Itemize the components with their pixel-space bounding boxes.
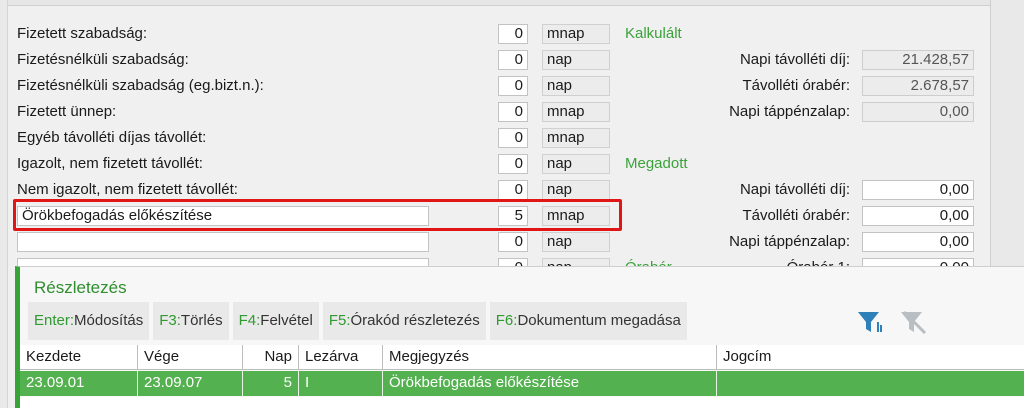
absence-label: Fizetésnélküli szabadság: xyxy=(17,51,189,68)
filter-icon[interactable] xyxy=(855,308,885,336)
absence-unit: mnap xyxy=(542,24,610,44)
given-label: Napi táppénzalap: xyxy=(729,233,850,250)
absence-unit: mnap xyxy=(542,102,610,122)
column-header[interactable]: Lezárva xyxy=(299,345,383,370)
given-label: Távolléti órabér: xyxy=(742,207,850,224)
table-row[interactable]: 23.09.01 23.09.07 5 I Örökbefogadás elők… xyxy=(20,371,1024,396)
calc-daily-fee-value: 21.428,57 xyxy=(862,50,974,70)
absence-value-input[interactable]: 0 xyxy=(498,128,528,148)
given-hourly-wage-input[interactable]: 0,00 xyxy=(862,206,974,226)
absence-value-input[interactable]: 0 xyxy=(498,180,528,200)
absence-unit: nap xyxy=(542,154,610,174)
absence-label: Fizetett szabadság: xyxy=(17,25,148,42)
button-label: Felvétel xyxy=(260,312,313,329)
absence-unit: nap xyxy=(542,180,610,200)
column-header[interactable]: Vége xyxy=(138,345,243,370)
absence-value-input[interactable]: 0 xyxy=(498,76,528,96)
cell-start: 23.09.01 xyxy=(20,371,138,396)
details-toolbar: Enter:Módosítás F3:Törlés F4:Felvétel F5… xyxy=(28,302,691,340)
button-label: Módosítás xyxy=(74,312,144,329)
grid-header: Kezdete Vége Nap Lezárva Megjegyzés Jogc… xyxy=(20,345,1024,370)
document-button[interactable]: F6:Dokumentum megadása xyxy=(489,302,687,340)
absence-unit: mnap xyxy=(542,128,610,148)
cell-note: Örökbefogadás előkészítése xyxy=(383,371,717,396)
given-daily-fee-input[interactable]: 0,00 xyxy=(862,180,974,200)
column-header[interactable]: Megjegyzés xyxy=(383,345,717,370)
custom-absence-unit: nap xyxy=(542,232,610,252)
given-sick-base-input[interactable]: 0,00 xyxy=(862,232,974,252)
calculated-section-title: Kalkulált xyxy=(625,25,682,42)
right-scroll-area[interactable] xyxy=(990,0,1024,270)
absence-value-input[interactable]: 0 xyxy=(498,154,528,174)
filter-clear-icon[interactable] xyxy=(898,308,928,336)
cell-days: 5 xyxy=(243,371,299,396)
column-header[interactable]: Jogcím xyxy=(717,345,1024,370)
cell-end: 23.09.07 xyxy=(138,371,243,396)
left-edge xyxy=(0,0,8,408)
custom-absence-name-input[interactable] xyxy=(17,232,429,252)
delete-button[interactable]: F3:Törlés xyxy=(153,302,229,340)
absence-label: Nem igazolt, nem fizetett távollét: xyxy=(17,181,238,198)
key-hint: F3: xyxy=(159,312,181,329)
custom-absence-value-input[interactable]: 0 xyxy=(498,232,528,252)
empty-row xyxy=(20,397,1024,408)
absence-label: Igazolt, nem fizetett távollét: xyxy=(17,155,203,172)
column-header[interactable]: Nap xyxy=(243,345,299,370)
absence-unit: nap xyxy=(542,76,610,96)
column-header[interactable]: Kezdete xyxy=(20,345,138,370)
highlight-frame xyxy=(13,199,622,231)
add-button[interactable]: F4:Felvétel xyxy=(232,302,319,340)
absence-value-input[interactable]: 0 xyxy=(498,24,528,44)
calc-label: Napi távolléti díj: xyxy=(739,51,850,68)
calc-label: Távolléti órabér: xyxy=(742,77,850,94)
cell-title xyxy=(717,371,1024,396)
button-label: Dokumentum megadása xyxy=(517,312,681,329)
key-hint: F6: xyxy=(495,312,518,329)
absence-label: Egyéb távolléti díjas távollét: xyxy=(17,129,207,146)
hourcode-details-button[interactable]: F5:Órakód részletezés xyxy=(322,302,486,340)
cell-closed: I xyxy=(299,371,383,396)
key-hint: F4: xyxy=(238,312,261,329)
button-label: Törlés xyxy=(180,312,223,329)
absence-unit: nap xyxy=(542,50,610,70)
key-hint: F5: xyxy=(328,312,351,329)
button-label: Órakód részletezés xyxy=(350,312,480,329)
given-label: Napi távolléti díj: xyxy=(739,181,850,198)
details-title: Részletezés xyxy=(34,278,127,297)
calc-hourly-wage-value: 2.678,57 xyxy=(862,76,974,96)
window-top-edge xyxy=(0,0,1024,6)
absence-label: Fizetett ünnep: xyxy=(17,103,117,120)
absence-label: Fizetésnélküli szabadság (eg.bizt.n.): xyxy=(17,77,264,94)
absence-value-input[interactable]: 0 xyxy=(498,102,528,122)
given-section-title: Megadott xyxy=(625,155,688,172)
modify-button[interactable]: Enter:Módosítás xyxy=(28,302,150,340)
key-hint: Enter: xyxy=(34,312,75,329)
calc-label: Napi táppénzalap: xyxy=(729,103,850,120)
calc-sick-base-value: 0,00 xyxy=(862,102,974,122)
absence-value-input[interactable]: 0 xyxy=(498,50,528,70)
